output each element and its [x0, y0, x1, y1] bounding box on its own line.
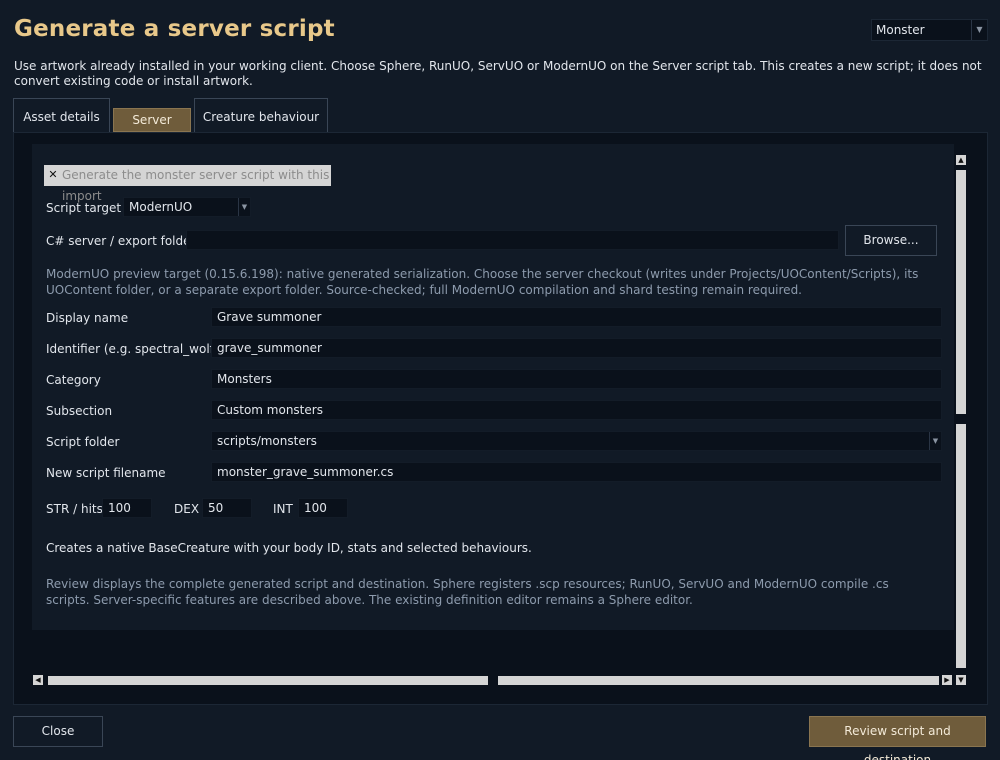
- int-input[interactable]: 100: [298, 498, 348, 518]
- content-footer-area: [32, 630, 954, 674]
- str-label: STR / hits: [46, 502, 103, 516]
- tab-server-script[interactable]: Server script: [113, 108, 191, 149]
- category-input[interactable]: Monsters: [211, 369, 942, 389]
- category-label: Category: [46, 373, 101, 387]
- asset-type-select[interactable]: Monster ▼: [871, 19, 988, 41]
- script-folder-value: scripts/monsters: [217, 434, 317, 448]
- display-name-label: Display name: [46, 311, 129, 325]
- window-title: Generate a server script: [14, 16, 335, 42]
- asset-type-value: Monster: [876, 23, 925, 37]
- scroll-up-icon[interactable]: ▲: [956, 155, 966, 165]
- tab-asset-details[interactable]: Asset details: [13, 98, 110, 134]
- export-folder-input[interactable]: [186, 230, 839, 250]
- filename-input[interactable]: monster_grave_summoner.cs: [211, 462, 942, 482]
- review-script-button[interactable]: Review script and destination: [809, 716, 986, 760]
- scroll-down-icon[interactable]: ▼: [956, 675, 966, 685]
- script-folder-label: Script folder: [46, 435, 120, 449]
- script-target-value: ModernUO: [129, 200, 193, 214]
- chevron-down-icon[interactable]: ▼: [971, 20, 987, 40]
- scroll-left-icon[interactable]: ◀: [33, 675, 43, 685]
- target-note: ModernUO preview target (0.15.6.198): na…: [46, 267, 919, 297]
- chevron-down-icon[interactable]: ▼: [238, 198, 250, 216]
- browse-button[interactable]: Browse...: [845, 225, 937, 256]
- review-note: Review displays the complete generated s…: [46, 577, 889, 607]
- int-label: INT: [273, 502, 293, 516]
- horizontal-scroll-thumb-right[interactable]: [498, 676, 939, 685]
- horizontal-scroll-thumb-left[interactable]: [48, 676, 488, 685]
- scroll-right-icon[interactable]: ▶: [942, 675, 952, 685]
- vertical-scroll-thumb-upper[interactable]: [956, 170, 966, 414]
- subsection-label: Subsection: [46, 404, 113, 418]
- script-folder-select[interactable]: scripts/monsters ▼: [211, 431, 942, 451]
- vertical-scroll-thumb-lower[interactable]: [956, 424, 966, 668]
- display-name-input[interactable]: Grave summoner: [211, 307, 942, 327]
- subsection-input[interactable]: Custom monsters: [211, 400, 942, 420]
- generate-script-checkbox[interactable]: ✕ Generate the monster server script wit…: [44, 165, 331, 203]
- identifier-input[interactable]: grave_summoner: [211, 338, 942, 358]
- str-input[interactable]: 100: [102, 498, 152, 518]
- identifier-label: Identifier (e.g. spectral_wolf): [46, 342, 219, 356]
- dex-label: DEX: [174, 502, 200, 516]
- filename-label: New script filename: [46, 466, 166, 480]
- creates-note: Creates a native BaseCreature with your …: [46, 541, 532, 555]
- script-target-select[interactable]: ModernUO ▼: [123, 197, 251, 217]
- script-target-label: Script target: [46, 201, 122, 215]
- dex-input[interactable]: 50: [202, 498, 252, 518]
- close-button[interactable]: Close: [13, 716, 103, 747]
- checkbox-x-icon: ✕: [48, 168, 58, 181]
- tab-creature-behaviour[interactable]: Creature behaviour: [194, 98, 328, 134]
- export-folder-label: C# server / export folder: [46, 234, 196, 248]
- chevron-down-icon[interactable]: ▼: [929, 432, 941, 450]
- intro-text: Use artwork already installed in your wo…: [14, 59, 982, 88]
